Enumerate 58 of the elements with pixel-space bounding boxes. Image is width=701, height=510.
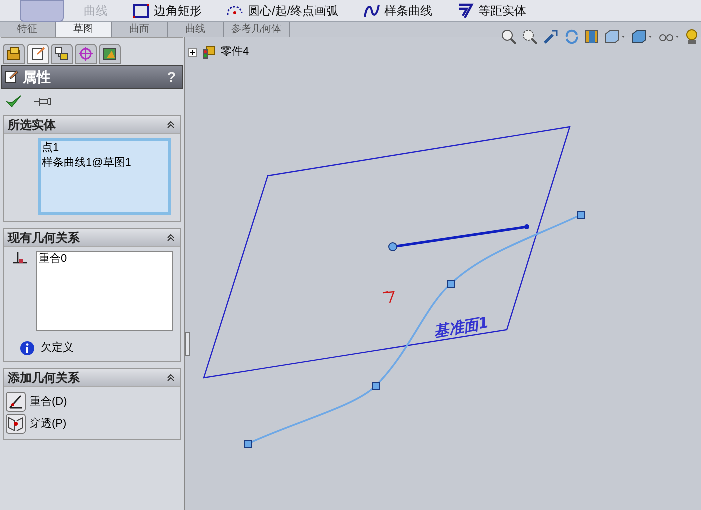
toolbar-button[interactable]: 圆心/起/终点画弧	[222, 0, 343, 22]
collapse-icon[interactable]	[166, 232, 176, 242]
tab[interactable]: 曲线	[168, 22, 224, 37]
list-item[interactable]: 点1	[42, 141, 167, 156]
list-item[interactable]: 重合0	[39, 252, 170, 267]
coincident-icon	[6, 392, 26, 412]
config-icon	[54, 46, 70, 62]
zoom-to-fit-icon[interactable]	[501, 29, 517, 45]
rectangle-icon	[132, 2, 150, 18]
collapse-icon[interactable]	[166, 120, 176, 130]
panel-tab[interactable]	[51, 44, 73, 64]
list-item[interactable]: 样条曲线1@草图1	[42, 156, 167, 171]
relation-button[interactable]: 穿透(P)	[6, 413, 67, 435]
help-button[interactable]: ?	[167, 66, 179, 88]
panel-title: 属性	[23, 68, 52, 86]
property-icon	[5, 70, 19, 84]
selection-list[interactable]: 点1 样条曲线1@草图1	[38, 138, 171, 215]
info-icon	[20, 340, 35, 356]
sketch-line[interactable]	[388, 224, 530, 252]
panel-tab[interactable]	[27, 44, 49, 64]
origin-marker	[382, 291, 395, 304]
offset-icon	[456, 2, 475, 18]
tab[interactable]: 曲面	[112, 22, 168, 37]
relations-list[interactable]: 重合0	[36, 251, 173, 331]
spline-icon	[362, 2, 381, 18]
plane-label: 基准面1	[432, 314, 490, 341]
pin-icon[interactable]	[34, 97, 52, 107]
previous-view-icon[interactable]	[543, 29, 559, 45]
zoom-area-icon[interactable]	[522, 29, 538, 45]
tab[interactable]: 参考几何体	[224, 22, 290, 37]
view-orientation-icon[interactable]	[604, 29, 626, 45]
checkmark-icon[interactable]	[6, 95, 22, 109]
display-style-icon[interactable]	[631, 29, 653, 45]
toolbar-button[interactable]: 样条曲线	[358, 0, 437, 22]
feature-icon	[6, 46, 22, 62]
group-title: 所选实体	[8, 116, 57, 134]
part-icon	[201, 44, 217, 60]
relation-button[interactable]: 重合(D)	[6, 391, 68, 413]
expand-toggle-icon[interactable]	[188, 48, 197, 56]
panel-tab[interactable]	[99, 44, 121, 64]
group-title: 现有几何关系	[8, 230, 81, 246]
panel-tab[interactable]	[3, 44, 25, 64]
collapse-icon[interactable]	[166, 372, 176, 382]
splitter-handle[interactable]	[185, 332, 190, 356]
tree-item[interactable]: 零件4	[221, 44, 250, 60]
status-text: 欠定义	[41, 340, 74, 356]
tab[interactable]: 特征	[0, 22, 56, 37]
display-icon	[102, 46, 118, 62]
tab[interactable]: 草图	[56, 22, 112, 37]
property-icon	[30, 46, 46, 62]
target-icon	[78, 46, 94, 62]
toolbar-button[interactable]: 等距实体	[452, 0, 531, 22]
group-title: 添加几何关系	[8, 370, 81, 386]
section-view-icon[interactable]	[585, 29, 599, 45]
toolbar-button[interactable]: 边角矩形	[128, 0, 206, 22]
light-bulb-icon[interactable]	[685, 29, 699, 45]
coincident-relation-icon	[12, 251, 28, 265]
pierce-icon	[6, 414, 26, 434]
